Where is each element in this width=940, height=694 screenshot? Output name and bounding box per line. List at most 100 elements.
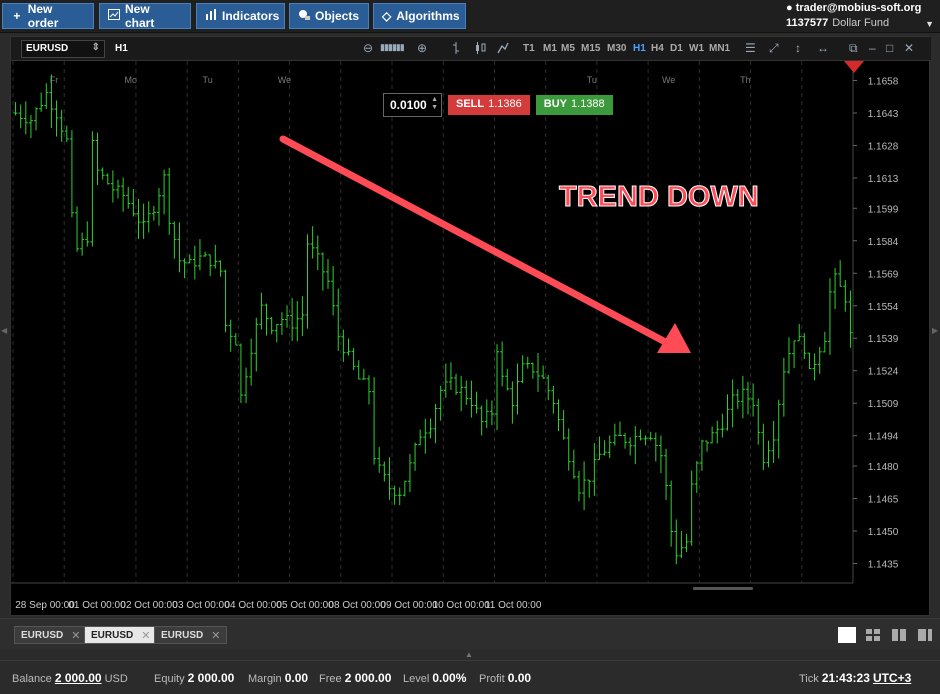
price-bar [197,239,202,271]
timeframe-w1[interactable]: W1 [689,43,704,54]
price-bar [771,420,776,463]
timeframe-m15[interactable]: M15 [581,43,600,54]
price-bar [269,317,274,335]
left-panel-arrow-icon[interactable]: ◀ [1,326,7,335]
timeframe-mn1[interactable]: MN1 [709,43,730,54]
collapse-arrow-icon[interactable]: ▲ [465,650,473,659]
price-bar [146,201,151,233]
new-chart-button[interactable]: New chart [99,2,191,30]
chart-tab-label: EURUSD [91,629,134,641]
price-bar [418,429,423,446]
horizontal-line-icon[interactable]: ↔ [817,41,829,55]
diamond-icon: ◇ [382,9,392,23]
price-bar [336,288,341,351]
price-bar [433,403,438,444]
sell-button[interactable]: SELL 1.1386 [448,95,530,115]
chart-tab-active[interactable]: EURUSD ✕ [84,626,158,644]
detach-icon[interactable]: ⧉ [849,41,858,56]
timeframe-m30[interactable]: M30 [607,43,626,54]
account-info[interactable]: ● trader@mobius-soft.org 1137577 Dollar F… [786,1,934,31]
minimize-icon[interactable]: – [869,41,876,55]
price-bar [423,418,428,454]
price-bar [684,533,689,553]
algorithms-button[interactable]: ◇ Algorithms [373,3,466,29]
lot-input[interactable]: 0.0100 ▲ ▼ [383,93,442,117]
close-icon[interactable]: ✕ [904,41,914,55]
x-tick-label: 09 Oct 00:00 [381,600,439,611]
timeframe-d1[interactable]: D1 [670,43,683,54]
price-bar [541,365,546,379]
chart-tabs-bar: EURUSD ✕ EURUSD ✕ EURUSD ✕ [0,618,940,650]
new-order-button[interactable]: + New order [2,2,94,30]
zoom-out-icon[interactable]: ⊖ [363,41,373,55]
timeframe-h1[interactable]: H1 [633,43,646,54]
price-bar [443,363,448,398]
price-bar [525,356,530,369]
close-tab-icon[interactable]: ✕ [141,629,150,642]
price-bar [607,435,612,459]
price-bar [484,399,489,429]
maximize-icon[interactable]: □ [886,41,893,55]
price-bar [438,385,443,421]
x-tick-label: 08 Oct 00:00 [328,600,386,611]
chart-scrollbar [693,587,753,590]
price-bar [766,440,771,468]
layout-columns-icon[interactable] [890,627,908,643]
price-bar [459,375,464,412]
chart-tab[interactable]: EURUSD ✕ [154,626,228,644]
price-bar [730,379,735,428]
layout-single-icon[interactable] [838,627,856,643]
horizontal-lines-icon[interactable]: ☰ [745,41,756,55]
price-bar [786,337,791,374]
day-label: Mo [125,75,138,85]
price-bar [387,457,392,500]
price-bar [105,173,110,185]
layout-grid-icon[interactable] [864,627,882,643]
price-bar [720,413,725,438]
main-toolbar: + New order New chart Indicators Objects… [0,0,940,33]
trend-annotation: TREND DOWN [559,181,759,213]
chart-tab[interactable]: EURUSD ✕ [14,626,88,644]
line-chart-icon[interactable] [497,41,509,58]
timeframe-t1[interactable]: T1 [523,43,535,54]
price-bar [156,188,161,226]
timezone-selector[interactable]: UTC+3 [873,671,911,685]
trendline-icon[interactable]: ⤢ [769,41,779,56]
candles-icon[interactable] [475,41,487,58]
indicators-button[interactable]: Indicators [196,3,285,29]
symbol-selector[interactable]: EURUSD ⇕ [21,40,105,58]
chart-toolbar: EURUSD ⇕ H1 ⊖ ▮▮▮▮▮▮ ⊕ T1 M1 M5 M15 M30 … [11,37,931,61]
right-panel-arrow-icon[interactable]: ▶ [932,326,938,335]
price-bar [454,373,459,395]
price-bar [664,448,669,500]
price-bar [413,442,418,471]
timeframe-m5[interactable]: M5 [561,43,575,54]
timeframe-h4[interactable]: H4 [651,43,664,54]
lot-spinner-icon[interactable]: ▲ ▼ [431,96,438,112]
price-bar [715,420,720,444]
caret-down-icon[interactable]: ▼ [925,19,934,29]
vertical-line-icon[interactable]: ↕ [795,41,801,55]
day-label: Tu [203,75,213,85]
price-bar [500,341,505,387]
price-bar [377,446,382,473]
price-chart[interactable]: 1.1658 1.1643 1.1628 1.1613 1.1599 1.1584 1.15… [11,61,931,617]
price-bar [274,323,279,343]
price-bar [617,421,622,437]
close-tab-icon[interactable]: ✕ [71,629,80,642]
timeframe-m1[interactable]: M1 [543,43,557,54]
bar-chart-icon[interactable] [451,41,461,58]
price-bar [576,470,581,502]
price-bar [725,394,730,431]
price-bar [658,435,663,474]
zoom-in-icon[interactable]: ⊕ [417,41,427,55]
layout-split-icon[interactable] [916,627,934,643]
objects-button[interactable]: Objects [289,3,369,29]
buy-button[interactable]: BUY 1.1388 [535,95,613,115]
price-bar [13,102,18,116]
price-bar [699,439,704,471]
close-tab-icon[interactable]: ✕ [211,629,220,642]
price-bar [587,479,592,498]
chart-tab-label: EURUSD [161,629,204,641]
price-bar [110,170,115,203]
